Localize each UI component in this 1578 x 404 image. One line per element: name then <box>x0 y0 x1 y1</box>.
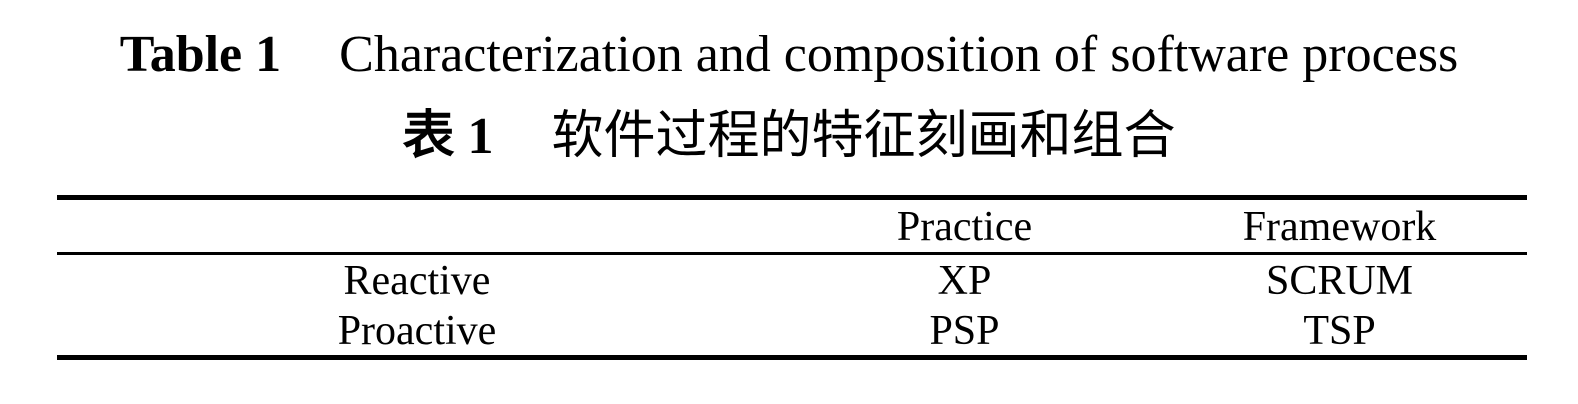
table-cell: SCRUM <box>1265 258 1414 304</box>
table-label-english: Table 1 <box>119 26 282 83</box>
row-label-cell: Reactive <box>343 258 491 304</box>
table-bottom-rule <box>57 355 1527 360</box>
header-cell-empty <box>57 202 777 252</box>
header-cell-framework: Framework <box>1242 204 1437 250</box>
table-caption-chinese: 表 1 软件过程的特征刻画和组合 <box>0 104 1578 170</box>
table-header-rule <box>57 252 1527 255</box>
table-title-chinese: 软件过程的特征刻画和组合 <box>551 108 1176 165</box>
table-cell: PSP <box>929 308 1000 354</box>
header-cell-practice: Practice <box>896 204 1033 250</box>
table-label-chinese: 表 1 <box>402 108 494 165</box>
table-title-english: Characterization and composition of soft… <box>339 26 1459 83</box>
table-row: Reactive XP SCRUM <box>57 256 1527 306</box>
table-header-row: Practice Framework <box>57 202 1527 252</box>
table-cell: TSP <box>1303 308 1376 354</box>
table-caption-english: Table 1 Characterization and composition … <box>0 22 1578 88</box>
row-label-cell: Proactive <box>337 308 497 354</box>
table-top-rule <box>57 195 1527 200</box>
table-row: Proactive PSP TSP <box>57 306 1527 356</box>
table-cell: XP <box>937 258 992 304</box>
